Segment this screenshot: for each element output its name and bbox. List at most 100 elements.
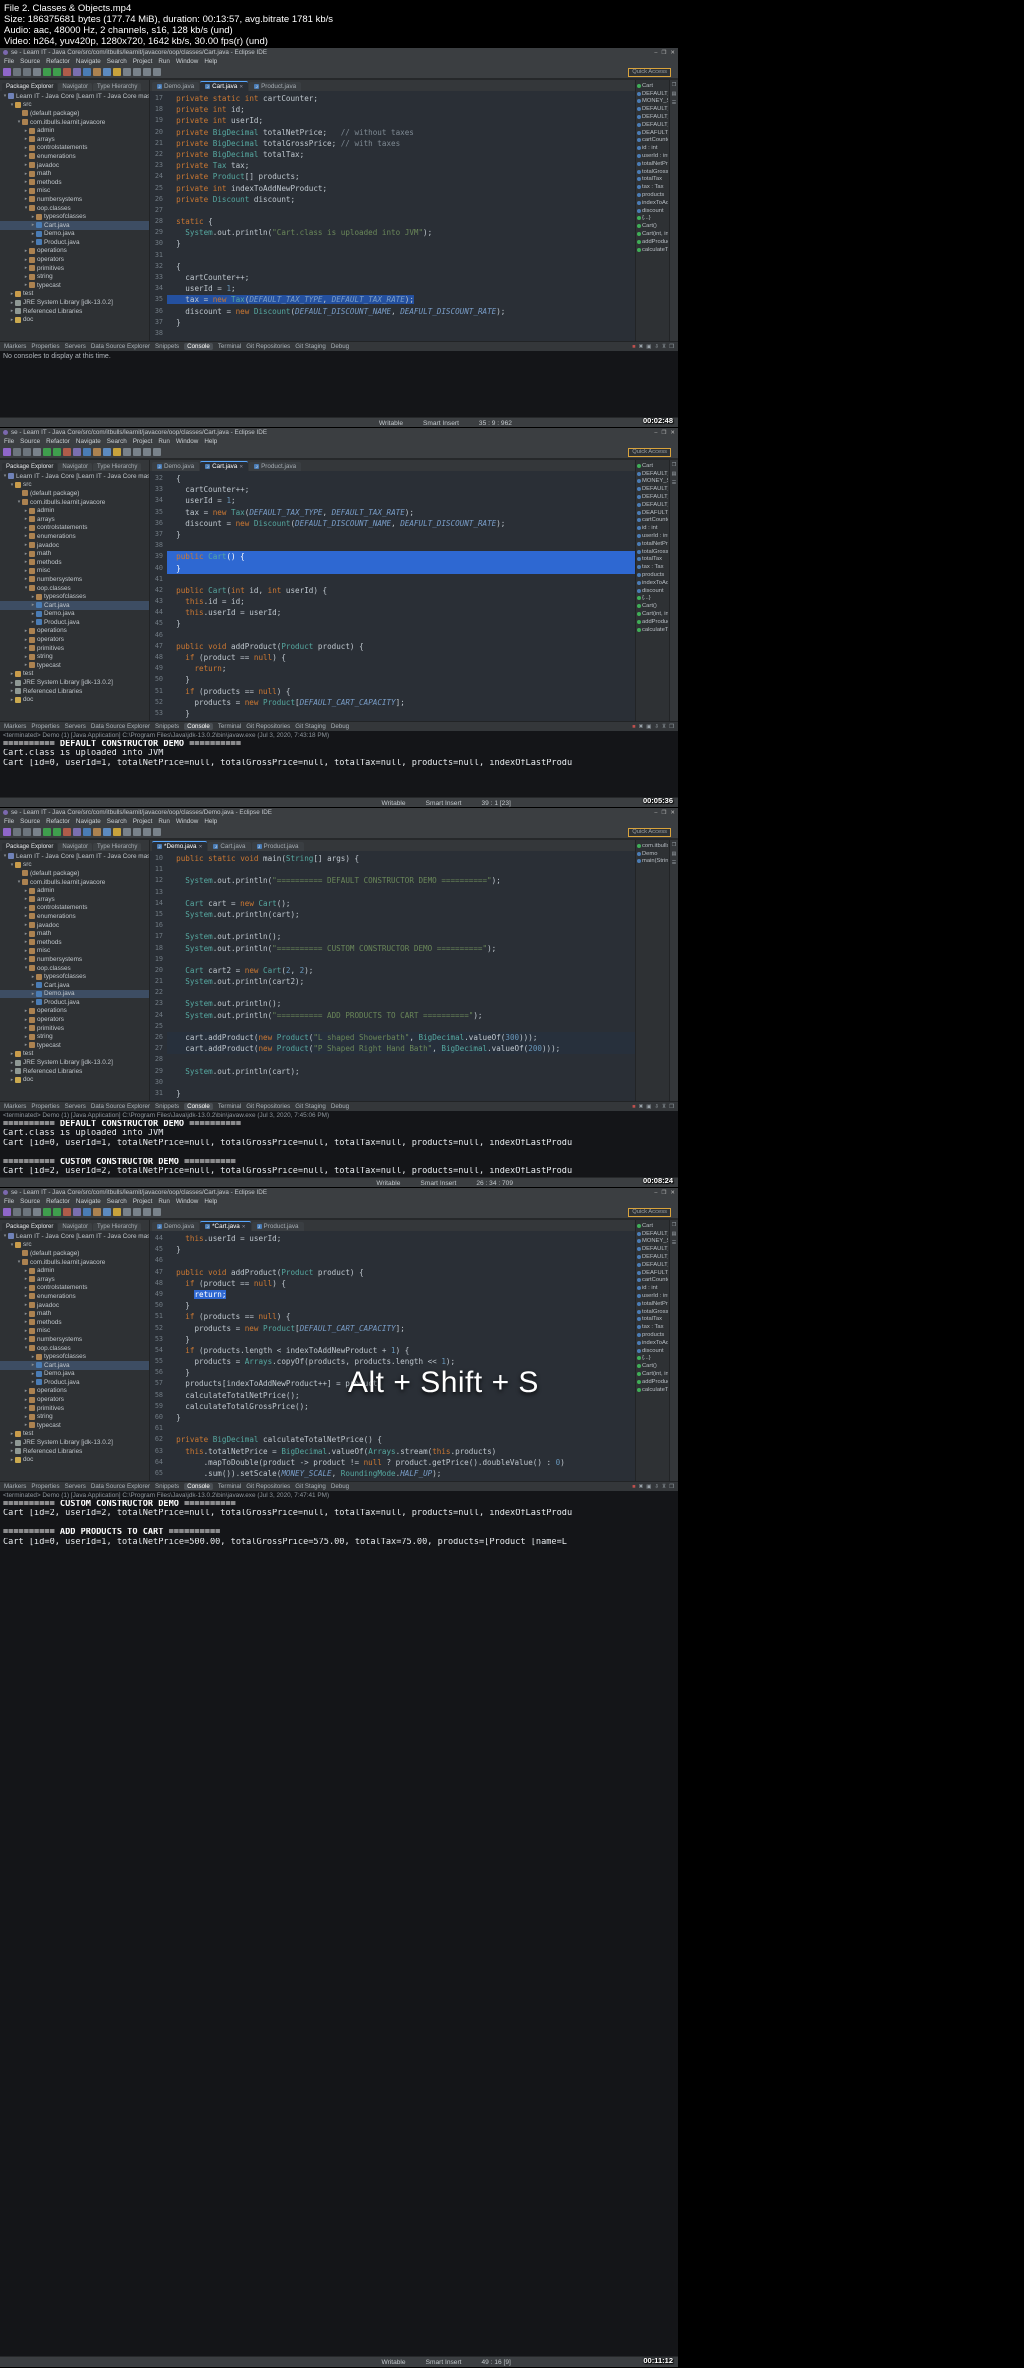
code-line[interactable]: 18 System.out.println("========== CUSTOM… <box>150 943 635 954</box>
tree-item-operations[interactable]: ▸ operations <box>0 247 149 256</box>
back-icon[interactable] <box>143 448 151 456</box>
menu-file[interactable]: File <box>4 1198 14 1205</box>
code-line[interactable]: 47 public void addProduct(Product produc… <box>150 1267 635 1278</box>
pin-console-icon[interactable]: ⊼ <box>662 1104 666 1110</box>
minimize-button[interactable]: – <box>654 50 657 56</box>
menu-run[interactable]: Run <box>158 818 170 825</box>
code-line[interactable]: 50 } <box>150 1300 635 1311</box>
open-type-icon[interactable] <box>103 68 111 76</box>
code-line[interactable]: 62 private BigDecimal calculateTotalNetP… <box>150 1434 635 1445</box>
code-line[interactable]: 50 } <box>150 674 635 685</box>
outline-item[interactable]: totalTax <box>637 556 668 564</box>
code-line[interactable]: 40 } <box>150 562 635 574</box>
view-tab-type-hierarchy[interactable]: Type Hierarchy <box>93 843 142 851</box>
outline-item[interactable]: discount <box>637 587 668 595</box>
task-list-icon[interactable]: ☰ <box>672 480 676 486</box>
tree-item-math[interactable]: ▸ math <box>0 1309 149 1318</box>
debug-icon[interactable] <box>43 68 51 76</box>
bottom-tab-markers[interactable]: Markers <box>4 1483 26 1490</box>
tree-item-primitives[interactable]: ▸ primitives <box>0 1024 149 1033</box>
tree-item-misc[interactable]: ▸ misc <box>0 187 149 196</box>
outline-item[interactable]: DEAFULT_DISCOUNT_RATE <box>637 509 668 517</box>
tree-item-com-itbulls-learnit-javacore[interactable]: ▾ com.itbulls.learnit.javacore <box>0 498 149 507</box>
code-line[interactable]: 22 <box>150 987 635 998</box>
outline-item[interactable]: Cart <box>637 82 668 90</box>
bottom-tab-servers[interactable]: Servers <box>65 343 86 350</box>
maximize-panel-icon[interactable]: ❐ <box>669 724 674 730</box>
outline-item[interactable]: totalGrossPrice <box>637 548 668 556</box>
code-line[interactable]: 48 if (product == null) { <box>150 1278 635 1289</box>
tree-item-methods[interactable]: ▸ methods <box>0 558 149 567</box>
tree-item-product-java[interactable]: ▸ Product.java <box>0 1378 149 1387</box>
tree-item-oop-classes[interactable]: ▾ oop.classes <box>0 964 149 973</box>
code-line[interactable]: 63 this.totalNetPrice = BigDecimal.value… <box>150 1446 635 1457</box>
bottom-tab-snippets[interactable]: Snippets <box>155 1483 179 1490</box>
outline-item[interactable]: DEFAULT_TAX_TYPE <box>637 90 668 98</box>
editor-tab-product-java[interactable]: J Product.java <box>251 1222 304 1231</box>
new-wizard-icon[interactable] <box>3 828 11 836</box>
outline-item[interactable]: calculateTotalNetPrice() <box>637 246 668 254</box>
outline-item[interactable]: userId : int <box>637 152 668 160</box>
outline-item[interactable]: totalGrossPrice <box>637 1308 668 1316</box>
bottom-tab-git-staging[interactable]: Git Staging <box>295 1483 326 1490</box>
bottom-tab-properties[interactable]: Properties <box>31 343 59 350</box>
open-type-icon[interactable] <box>103 828 111 836</box>
outline-item[interactable]: indexToAddNewProduct <box>637 199 668 207</box>
outline-item[interactable]: DEFAULT_DISCOUNT_NAME <box>637 501 668 509</box>
outline-item[interactable]: Cart(int, int) <box>637 1370 668 1378</box>
tree-item-numbersystems[interactable]: ▸ numbersystems <box>0 575 149 584</box>
tree-item-operators[interactable]: ▸ operators <box>0 1015 149 1024</box>
annotations-icon[interactable] <box>123 68 131 76</box>
outline-item[interactable]: totalTax <box>637 1316 668 1324</box>
tree-item-learn-it-java-core-learn-it-java-core-master[interactable]: ▾ Learn IT - Java Core [Learn IT - Java C… <box>0 472 149 481</box>
tree-item-typecast[interactable]: ▸ typecast <box>0 281 149 290</box>
outline-item[interactable]: discount <box>637 1347 668 1355</box>
tree-item-admin[interactable]: ▸ admin <box>0 126 149 135</box>
editor-tab-demo-java[interactable]: J Demo.java <box>152 82 200 91</box>
view-tab-type-hierarchy[interactable]: Type Hierarchy <box>93 1223 142 1231</box>
outline-item[interactable]: Cart <box>637 1222 668 1230</box>
tree-item-typesofclasses[interactable]: ▸ typesofclasses <box>0 212 149 221</box>
new-package-icon[interactable] <box>93 1208 101 1216</box>
outline-item[interactable]: indexToAddNewProduct <box>637 1339 668 1347</box>
terminate-icon[interactable]: ■ <box>632 1104 635 1110</box>
outline-item[interactable]: Cart(int, int) <box>637 610 668 618</box>
menu-search[interactable]: Search <box>107 58 127 65</box>
code-editor[interactable]: 17 private static int cartCounter; 18 pri… <box>150 91 635 341</box>
menu-search[interactable]: Search <box>107 438 127 445</box>
tree-item-methods[interactable]: ▸ methods <box>0 938 149 947</box>
code-line[interactable]: 20 Cart cart2 = new Cart(2, 2); <box>150 965 635 976</box>
maximize-button[interactable]: ❐ <box>661 1190 666 1196</box>
quick-access-box[interactable]: Quick Access <box>628 447 671 457</box>
code-line[interactable]: 32 { <box>150 261 635 272</box>
outline-item[interactable]: DEFAULT_CART_CAPACITY <box>637 1245 668 1253</box>
code-line[interactable]: 29 System.out.println(cart); <box>150 1066 635 1077</box>
annotations-icon[interactable] <box>123 448 131 456</box>
external-tools-icon[interactable] <box>73 828 81 836</box>
new-package-icon[interactable] <box>93 828 101 836</box>
bottom-tab-servers[interactable]: Servers <box>65 1483 86 1490</box>
tree-item-operators[interactable]: ▸ operators <box>0 635 149 644</box>
tree-item-demo-java[interactable]: ▸ Demo.java <box>0 230 149 239</box>
code-editor[interactable]: 32 {33 cartCounter++; 34 userId = 1; 35 ta… <box>150 471 635 721</box>
outline-item[interactable]: tax : Tax <box>637 183 668 191</box>
tree-item-typesofclasses[interactable]: ▸ typesofclasses <box>0 972 149 981</box>
menu-project[interactable]: Project <box>133 1198 153 1205</box>
code-line[interactable]: 22 private BigDecimal totalTax; <box>150 149 635 160</box>
minimize-button[interactable]: – <box>654 810 657 816</box>
outline-item[interactable]: DEFAULT_CART_CAPACITY <box>637 105 668 113</box>
task-list-icon[interactable]: ☰ <box>672 860 676 866</box>
tree-item-string[interactable]: ▸ string <box>0 652 149 661</box>
tree-item-methods[interactable]: ▸ methods <box>0 1318 149 1327</box>
editor-tab-demo-java[interactable]: J *Demo.java ✕ <box>152 841 208 851</box>
remove-launch-icon[interactable]: ✖ <box>639 724 644 730</box>
tree-item-string[interactable]: ▸ string <box>0 272 149 281</box>
bottom-tab-debug[interactable]: Debug <box>331 1483 349 1490</box>
editor-tab-product-java[interactable]: J Product.java <box>249 82 302 91</box>
code-line[interactable]: 34 userId = 1; <box>150 495 635 506</box>
maximize-panel-icon[interactable]: ❐ <box>669 344 674 350</box>
outline-item[interactable]: totalTax <box>637 176 668 184</box>
tree-item-controlstatements[interactable]: ▸ controlstatements <box>0 524 149 533</box>
code-line[interactable]: 24 private Product[] products; <box>150 171 635 182</box>
code-line[interactable]: 16 <box>150 920 635 931</box>
